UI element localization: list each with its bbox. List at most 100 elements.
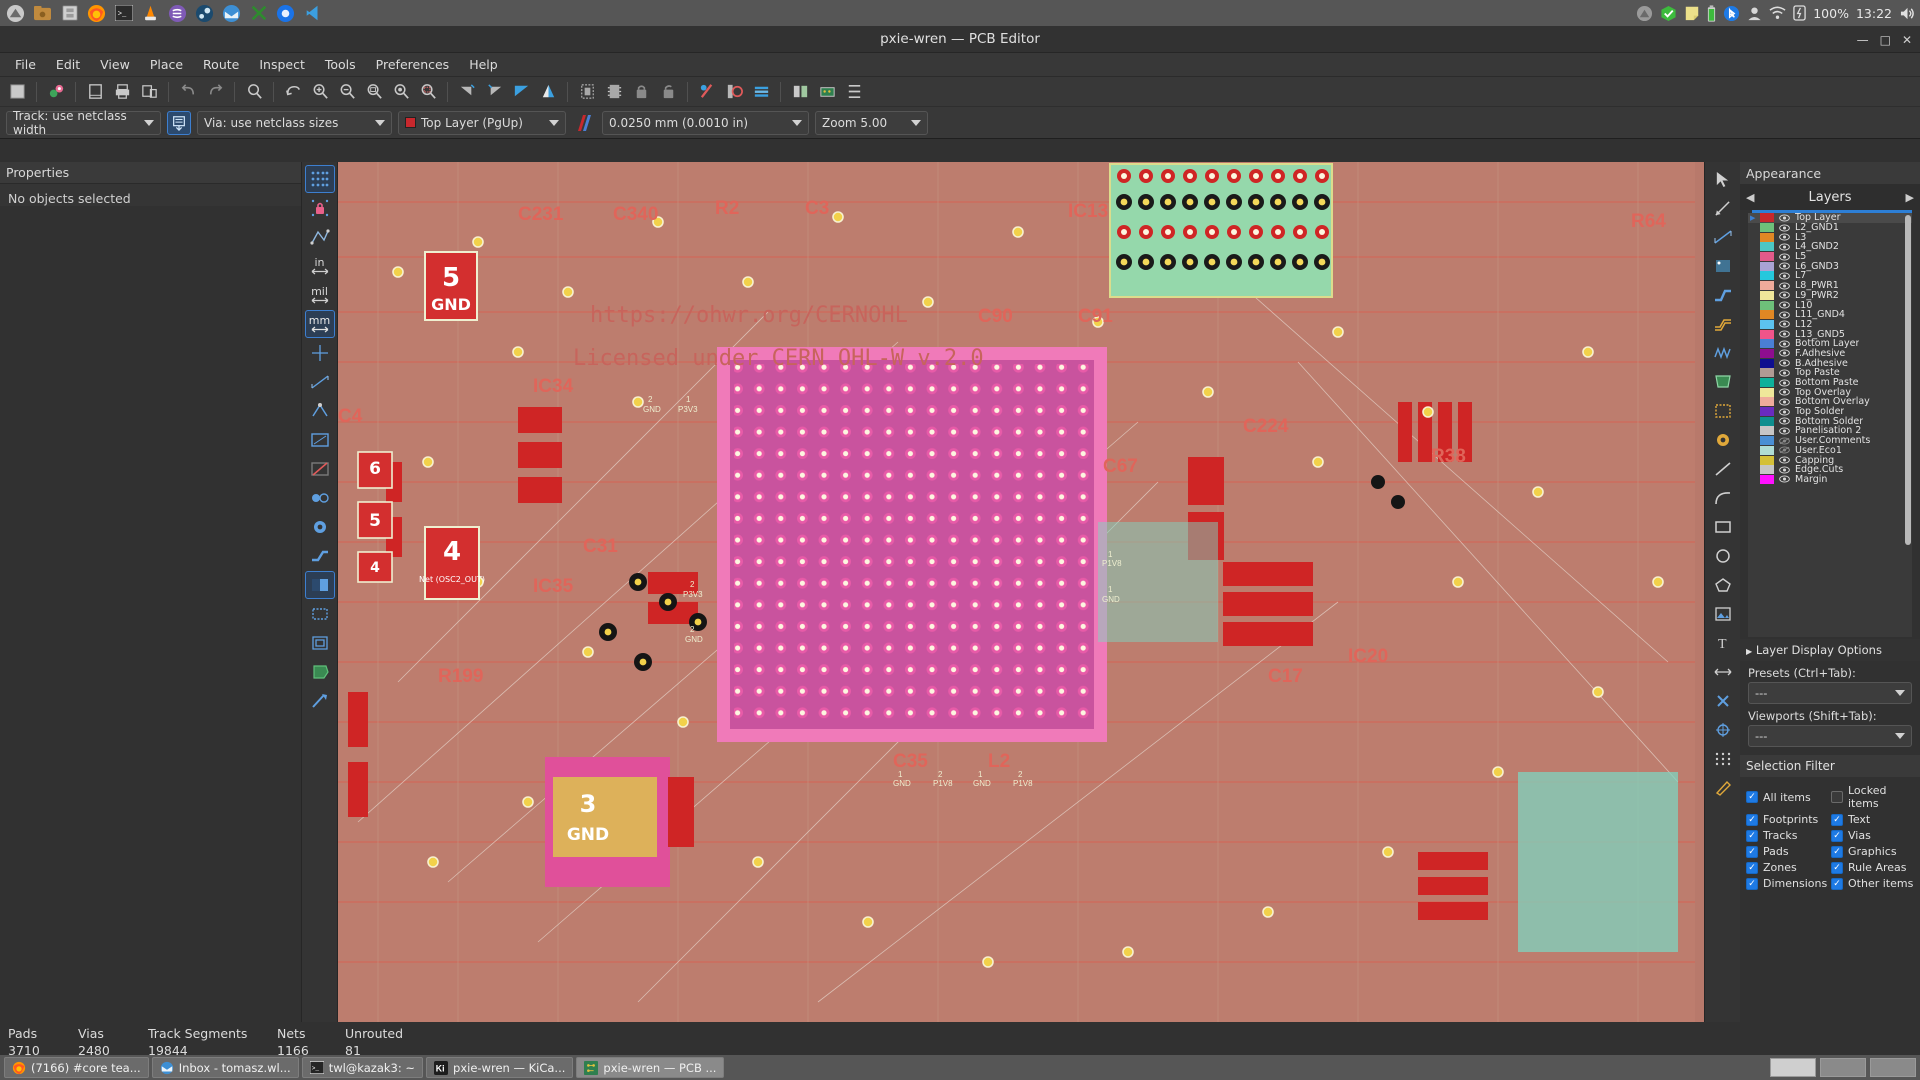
eye-visible-icon[interactable] bbox=[1778, 282, 1791, 290]
eye-visible-icon[interactable] bbox=[1778, 456, 1791, 464]
cross-probe-icon[interactable] bbox=[305, 687, 335, 715]
bluetooth-icon[interactable] bbox=[1723, 5, 1740, 22]
mirror-v-icon[interactable] bbox=[535, 79, 561, 105]
checkbox[interactable]: ✓ bbox=[1746, 877, 1758, 890]
pad-display-icon[interactable] bbox=[305, 484, 335, 512]
layer-color-swatch[interactable] bbox=[1760, 329, 1774, 339]
lock-icon[interactable] bbox=[628, 79, 654, 105]
chevron-left-icon[interactable]: ◀ bbox=[1746, 191, 1754, 204]
via-display-icon[interactable] bbox=[305, 513, 335, 541]
layer-row-l11-gnd4[interactable]: L11_GND4 bbox=[1748, 309, 1912, 320]
rule-area-icon[interactable] bbox=[1708, 397, 1738, 425]
rotate-icon[interactable] bbox=[481, 79, 507, 105]
zoom-out-icon[interactable] bbox=[334, 79, 360, 105]
outline-icon[interactable] bbox=[305, 629, 335, 657]
pager-page-3[interactable] bbox=[1870, 1058, 1916, 1077]
layer-color-swatch[interactable] bbox=[1760, 407, 1774, 417]
selection-filter-locked-items[interactable]: Locked items bbox=[1831, 784, 1914, 810]
layer-color-swatch[interactable] bbox=[1760, 455, 1774, 465]
checkbox[interactable]: ✓ bbox=[1746, 829, 1758, 842]
layer-row-l9-pwr2[interactable]: L9_PWR2 bbox=[1748, 290, 1912, 301]
terminal-icon[interactable]: >_ bbox=[111, 2, 136, 24]
zone-display-icon[interactable] bbox=[305, 426, 335, 454]
ratsnest-icon[interactable] bbox=[787, 79, 813, 105]
unit-mm[interactable]: mm bbox=[304, 310, 335, 338]
eye-hidden-icon[interactable] bbox=[1778, 446, 1791, 454]
tab-layers[interactable]: Layers bbox=[1808, 190, 1851, 205]
layer-color-swatch[interactable] bbox=[1760, 213, 1774, 223]
track-width-dropdown[interactable]: Track: use netclass width bbox=[6, 109, 161, 137]
layer-color-swatch[interactable] bbox=[1760, 271, 1774, 281]
measure-icon[interactable] bbox=[1708, 223, 1738, 251]
files-icon[interactable] bbox=[30, 2, 55, 24]
selection-filter-other-items[interactable]: ✓ Other items bbox=[1831, 877, 1914, 890]
eye-visible-icon[interactable] bbox=[1778, 291, 1791, 299]
selection-filter-all-items[interactable]: ✓ All items bbox=[1746, 784, 1829, 810]
netclass-track-icon[interactable] bbox=[167, 110, 191, 135]
layer-color-swatch[interactable] bbox=[1760, 339, 1774, 349]
refresh-icon[interactable] bbox=[280, 79, 306, 105]
layers-icon[interactable] bbox=[748, 79, 774, 105]
eye-visible-icon[interactable] bbox=[1778, 408, 1791, 416]
layer-row-margin[interactable]: Margin bbox=[1748, 474, 1912, 485]
clock[interactable]: 13:22 bbox=[1856, 6, 1892, 21]
highlight-net-icon[interactable] bbox=[1708, 194, 1738, 222]
layer-color-swatch[interactable] bbox=[1760, 387, 1774, 397]
checkbox[interactable]: ✓ bbox=[1831, 813, 1843, 826]
origin-icon[interactable] bbox=[1708, 716, 1738, 744]
selection-filter-dimensions[interactable]: ✓ Dimensions bbox=[1746, 877, 1829, 890]
task-pcb-editor[interactable]: pxie-wren — PCB ... bbox=[576, 1057, 725, 1078]
measure-tool-icon[interactable] bbox=[1708, 774, 1738, 802]
layer-row-l4-gnd2[interactable]: L4_GND2 bbox=[1748, 241, 1912, 252]
print-icon[interactable] bbox=[109, 79, 135, 105]
image-icon[interactable] bbox=[1708, 600, 1738, 628]
via-size-dropdown[interactable]: Via: use netclass sizes bbox=[197, 110, 392, 135]
layer-color-swatch[interactable] bbox=[1760, 474, 1774, 484]
eye-visible-icon[interactable] bbox=[1778, 233, 1791, 241]
board-setup-icon[interactable] bbox=[43, 79, 69, 105]
menu-edit[interactable]: Edit bbox=[47, 54, 89, 75]
speaker-icon[interactable] bbox=[1899, 6, 1916, 21]
eye-visible-icon[interactable] bbox=[1778, 330, 1791, 338]
zoom-objects-icon[interactable] bbox=[388, 79, 414, 105]
emacs-icon[interactable] bbox=[165, 2, 190, 24]
cursor-select-icon[interactable] bbox=[1708, 165, 1738, 193]
chevron-right-icon[interactable]: ▶ bbox=[1906, 191, 1914, 204]
sketch-mode-icon[interactable] bbox=[305, 600, 335, 628]
arch-update-icon[interactable] bbox=[1636, 5, 1653, 22]
layer-color-swatch[interactable] bbox=[1760, 378, 1774, 388]
layer-display-options-toggle[interactable]: ▶ Layer Display Options bbox=[1740, 639, 1920, 661]
firefox-icon[interactable] bbox=[84, 2, 109, 24]
draw-zone-icon[interactable] bbox=[1708, 368, 1738, 396]
layer-color-swatch[interactable] bbox=[1760, 242, 1774, 252]
drc-icon[interactable] bbox=[694, 79, 720, 105]
eye-visible-icon[interactable] bbox=[1778, 272, 1791, 280]
layer-color-swatch[interactable] bbox=[1760, 358, 1774, 368]
gimp-icon[interactable] bbox=[246, 2, 271, 24]
layer-color-swatch[interactable] bbox=[1760, 426, 1774, 436]
layer-color-swatch[interactable] bbox=[1760, 445, 1774, 455]
layer-color-swatch[interactable] bbox=[1760, 290, 1774, 300]
unlock-icon[interactable] bbox=[655, 79, 681, 105]
eye-visible-icon[interactable] bbox=[1778, 466, 1791, 474]
note-yellow-icon[interactable] bbox=[1684, 5, 1700, 21]
eye-visible-icon[interactable] bbox=[1778, 224, 1791, 232]
eye-visible-icon[interactable] bbox=[1778, 253, 1791, 261]
grid-dropdown[interactable]: 0.0250 mm (0.0010 in) bbox=[602, 110, 809, 135]
layer-color-swatch[interactable] bbox=[1760, 465, 1774, 475]
eye-visible-icon[interactable] bbox=[1778, 475, 1791, 483]
layer-color-swatch[interactable] bbox=[1760, 368, 1774, 378]
zoom-area-icon[interactable] bbox=[415, 79, 441, 105]
checkbox[interactable]: ✓ bbox=[1831, 829, 1843, 842]
menu-route[interactable]: Route bbox=[194, 54, 248, 75]
eye-visible-icon[interactable] bbox=[1778, 417, 1791, 425]
route-track-icon[interactable] bbox=[1708, 281, 1738, 309]
selection-filter-tracks[interactable]: ✓ Tracks bbox=[1746, 829, 1829, 842]
eye-visible-icon[interactable] bbox=[1778, 388, 1791, 396]
vlc-icon[interactable] bbox=[138, 2, 163, 24]
eye-visible-icon[interactable] bbox=[1778, 379, 1791, 387]
line-icon[interactable] bbox=[1708, 455, 1738, 483]
wifi-icon[interactable] bbox=[1769, 6, 1786, 20]
layer-color-swatch[interactable] bbox=[1760, 348, 1774, 358]
flip-board-icon[interactable] bbox=[454, 79, 480, 105]
